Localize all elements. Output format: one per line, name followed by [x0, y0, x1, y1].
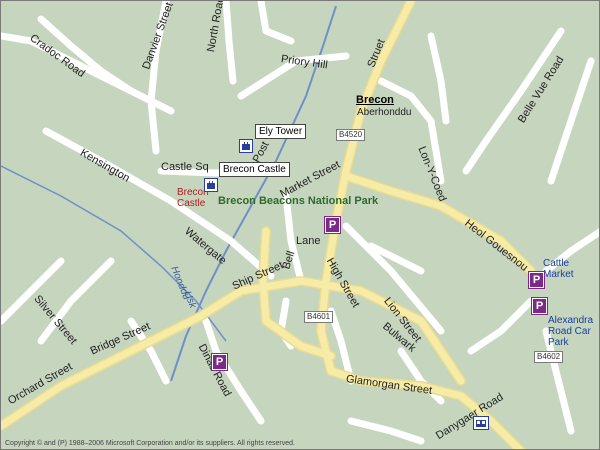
park-label: Brecon Beacons National Park — [218, 195, 379, 207]
station-icon[interactable] — [473, 416, 489, 430]
parking-icon[interactable]: P — [212, 354, 227, 370]
copyright-notice: Copyright © and (P) 1988–2006 Microsoft … — [5, 440, 295, 447]
poi-brecon-castle[interactable]: Brecon Castle — [219, 162, 290, 177]
castle-icon[interactable] — [239, 139, 253, 153]
castle-glyph — [242, 142, 250, 150]
map-roads — [1, 1, 599, 449]
road-shield-b4602: B4602 — [534, 351, 564, 363]
map-canvas[interactable]: Cradoc Road Danvier Street North Road Pr… — [0, 0, 600, 450]
cattle-market-label: Cattle Market — [543, 258, 574, 280]
parking-icon[interactable]: P — [529, 272, 544, 288]
castle-icon[interactable] — [204, 178, 218, 192]
parking-icon[interactable]: P — [325, 217, 340, 233]
street-label-lane: Lane — [296, 235, 321, 247]
castle-glyph — [207, 181, 215, 189]
road-shield-b4601: B4601 — [304, 311, 334, 323]
street-label-castle-sq: Castle Sq — [161, 161, 209, 173]
alexandra-car-park-label: Alexandra Road Car Park — [548, 315, 594, 348]
parking-icon[interactable]: P — [532, 298, 547, 314]
station-glyph — [476, 420, 486, 427]
poi-ely-tower[interactable]: Ely Tower — [255, 124, 307, 139]
place-label-brecon: Brecon — [356, 94, 394, 106]
place-label-aberhonddu: Aberhonddu — [357, 107, 412, 118]
road-shield-b4520: B4520 — [336, 129, 366, 141]
